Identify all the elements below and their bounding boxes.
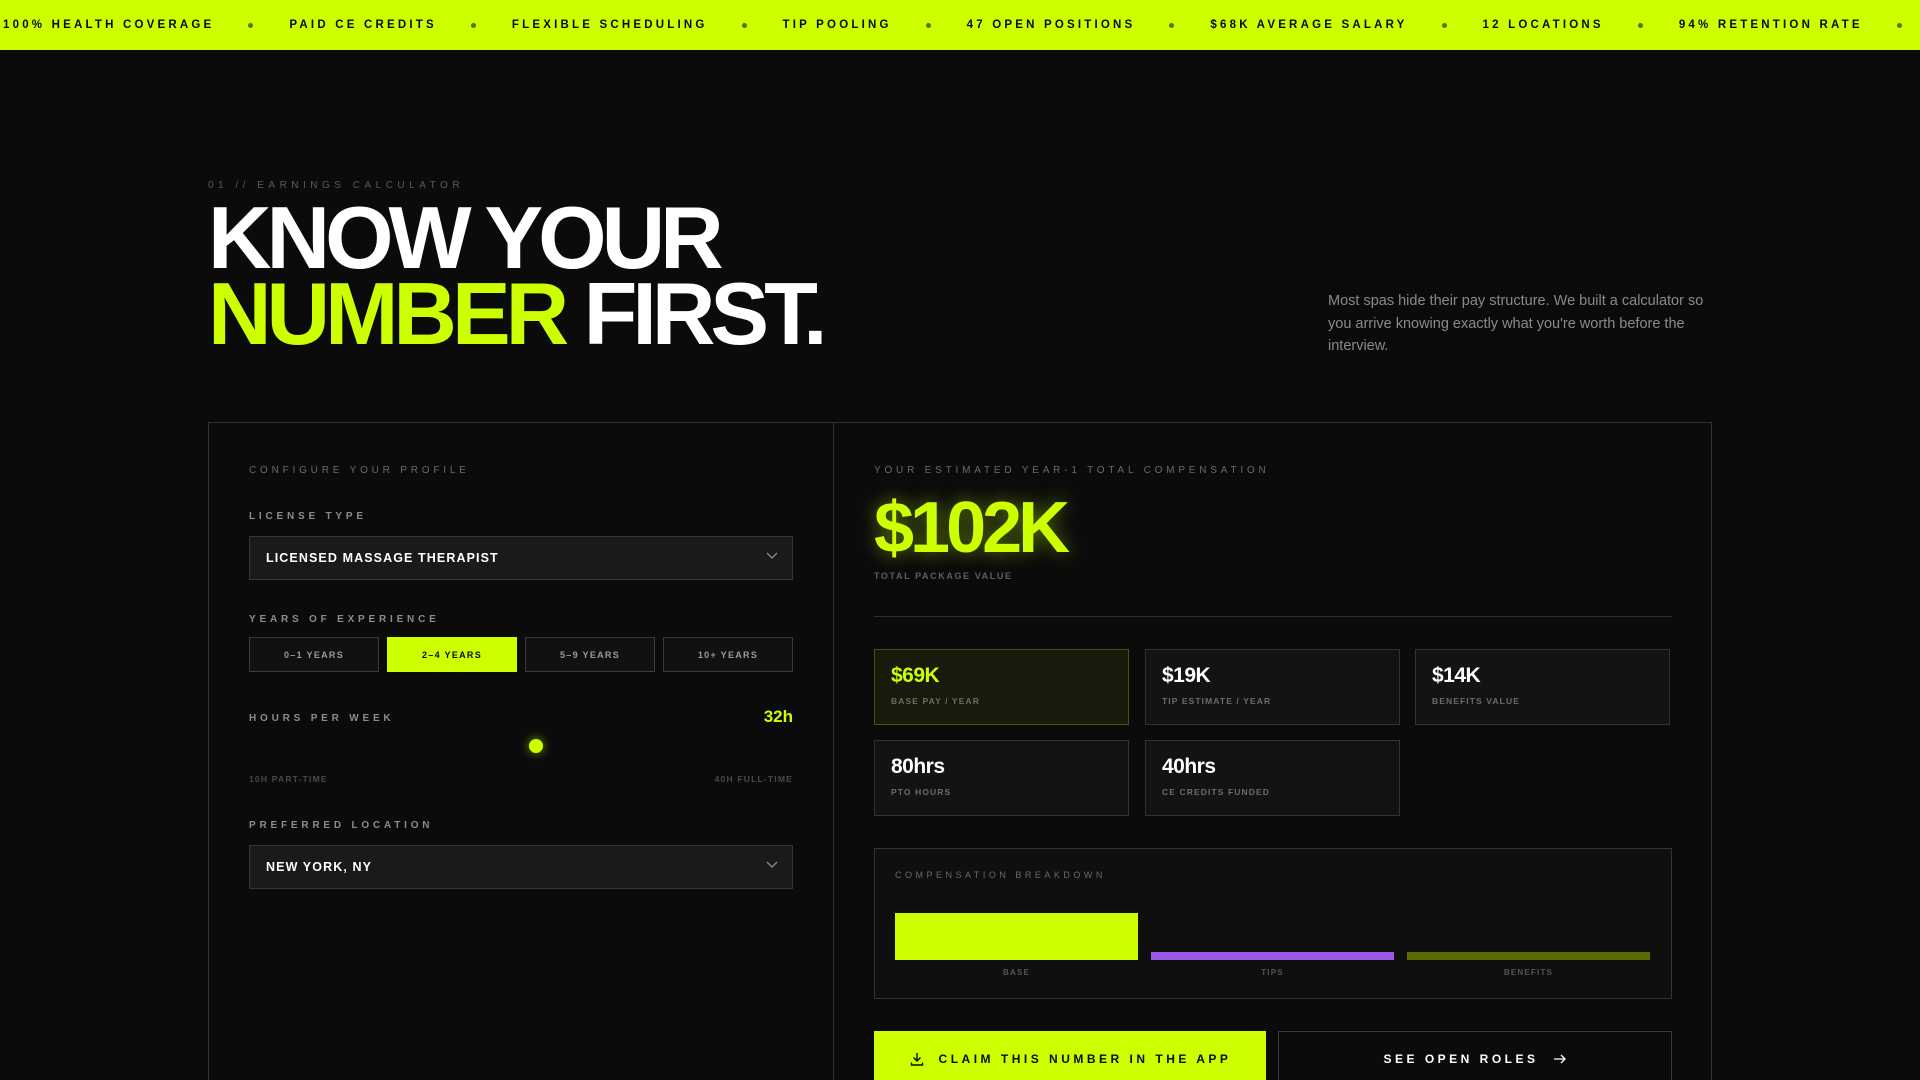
claim-number-label: CLAIM THIS NUMBER IN THE APP: [938, 1052, 1232, 1066]
ticker-separator: [1637, 22, 1643, 28]
chevron-down-icon: [766, 552, 778, 559]
breakdown-bar-tips: [1151, 952, 1394, 960]
ticker-item: $68K Average Salary: [1210, 19, 1408, 31]
ticker-separator: [1169, 22, 1175, 28]
ticker-separator: [925, 22, 931, 28]
stat-card-base-pay: $69K BASE PAY / YEAR: [874, 649, 1129, 725]
ticker-separator: [1896, 22, 1902, 28]
experience-selector: 0–1 YEARS 2–4 YEARS 5–9 YEARS 10+ YEARS: [249, 637, 793, 672]
ticker-item: 12 Locations: [1482, 19, 1604, 31]
stat-value: 40hrs: [1162, 755, 1216, 778]
stat-caption: TIP ESTIMATE / YEAR: [1162, 696, 1272, 706]
ticker-item: 47 Open Positions: [966, 19, 1136, 31]
total-package-caption: TOTAL PACKAGE VALUE: [874, 571, 1013, 581]
experience-label: YEARS OF EXPERIENCE: [249, 614, 440, 625]
experience-option-10-plus[interactable]: 10+ YEARS: [663, 637, 793, 672]
ticker-item: Flexible Scheduling: [511, 19, 708, 31]
stat-caption: BENEFITS VALUE: [1432, 696, 1520, 706]
claim-number-button[interactable]: CLAIM THIS NUMBER IN THE APP: [874, 1031, 1266, 1080]
see-open-roles-button[interactable]: SEE OPEN ROLES: [1278, 1031, 1672, 1080]
total-compensation-value: $102K: [874, 488, 1070, 568]
hours-min-label: 10H PART-TIME: [249, 774, 328, 784]
stat-caption: PTO HOURS: [891, 787, 952, 797]
benefits-ticker: 100% Health Coverage Paid CE Credits Fle…: [0, 0, 1920, 50]
stat-value: $69K: [891, 664, 940, 687]
license-type-value: LICENSED MASSAGE THERAPIST: [266, 551, 499, 565]
see-open-roles-label: SEE OPEN ROLES: [1383, 1052, 1539, 1066]
experience-option-0-1[interactable]: 0–1 YEARS: [249, 637, 379, 672]
ticker-item: 100% Health Coverage: [3, 19, 215, 31]
experience-option-5-9[interactable]: 5–9 YEARS: [525, 637, 655, 672]
hours-label: HOURS PER WEEK: [249, 713, 395, 724]
stat-value: $19K: [1162, 664, 1211, 687]
chevron-down-icon: [766, 861, 778, 868]
stat-caption: BASE PAY / YEAR: [891, 696, 980, 706]
ticker-separator: [470, 22, 476, 28]
stat-value: $14K: [1432, 664, 1481, 687]
stat-card-tips: $19K TIP ESTIMATE / YEAR: [1145, 649, 1400, 725]
results-divider: [874, 616, 1672, 617]
ticker-separator: [741, 22, 747, 28]
ticker-track: 100% Health Coverage Paid CE Credits Fle…: [3, 19, 1920, 31]
hours-value: 32h: [763, 707, 793, 726]
ticker-item: Tip Pooling: [782, 19, 892, 31]
stat-caption: CE CREDITS FUNDED: [1162, 787, 1270, 797]
location-select[interactable]: NEW YORK, NY: [249, 845, 793, 889]
ticker-separator: [1441, 22, 1447, 28]
title-line-2-rest: FIRST.: [564, 264, 828, 363]
stat-card-ce-credits: 40hrs CE CREDITS FUNDED: [1145, 740, 1400, 816]
breakdown-heading: COMPENSATION BREAKDOWN: [895, 870, 1106, 880]
hours-slider[interactable]: [249, 739, 793, 753]
compensation-breakdown-chart: COMPENSATION BREAKDOWN BASE TIPS BENEFITS: [874, 848, 1672, 999]
breakdown-bar-base: [895, 913, 1138, 960]
location-label: PREFERRED LOCATION: [249, 820, 434, 831]
config-heading: CONFIGURE YOUR PROFILE: [249, 465, 470, 476]
hours-slider-thumb[interactable]: [529, 739, 543, 753]
intro-paragraph: Most spas hide their pay structure. We b…: [1328, 293, 1704, 354]
breakdown-bar-label: TIPS: [1261, 968, 1284, 977]
title-accent-word: NUMBER: [208, 264, 569, 363]
page-title: KNOW YOUR NUMBER FIRST.: [208, 194, 828, 358]
breakdown-bar-label: BASE: [1002, 968, 1031, 977]
hours-max-label: 40H FULL-TIME: [714, 774, 793, 784]
license-type-select[interactable]: LICENSED MASSAGE THERAPIST: [249, 536, 793, 580]
experience-option-2-4[interactable]: 2–4 YEARS: [387, 637, 517, 672]
license-type-label: LICENSE TYPE: [249, 511, 367, 522]
ticker-item: 94% Retention Rate: [1678, 19, 1863, 31]
ticker-separator: [248, 22, 254, 28]
location-value: NEW YORK, NY: [266, 860, 373, 874]
profile-config-panel: CONFIGURE YOUR PROFILE LICENSE TYPE LICE…: [208, 422, 834, 1080]
breakdown-bar-label: BENEFITS: [1503, 968, 1554, 977]
compensation-results-panel: YOUR ESTIMATED YEAR-1 TOTAL COMPENSATION…: [833, 422, 1712, 1080]
breakdown-bar-benefits: [1407, 952, 1650, 960]
ticker-item: Paid CE Credits: [289, 19, 437, 31]
results-heading: YOUR ESTIMATED YEAR-1 TOTAL COMPENSATION: [874, 465, 1270, 476]
arrow-right-icon: [1553, 1054, 1566, 1064]
download-icon: [910, 1053, 923, 1066]
stat-value: 80hrs: [891, 755, 945, 778]
stat-card-pto: 80hrs PTO HOURS: [874, 740, 1129, 816]
stat-card-benefits: $14K BENEFITS VALUE: [1415, 649, 1670, 725]
